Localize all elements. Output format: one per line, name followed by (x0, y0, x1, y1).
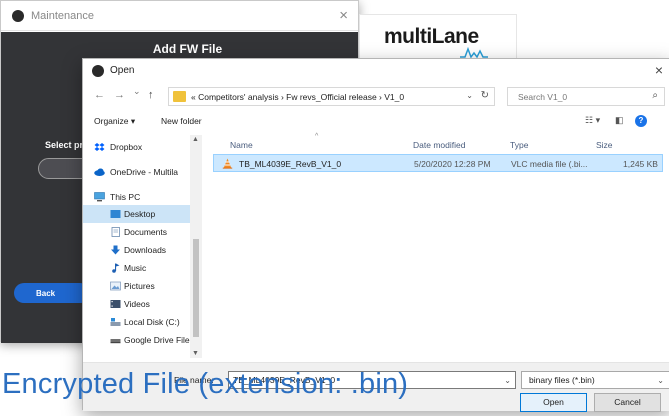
maintenance-close-icon[interactable]: × (339, 7, 348, 24)
sidebar-item-music[interactable]: Music (83, 259, 191, 277)
sidebar-item-local-disk[interactable]: Local Disk (C:) (83, 313, 191, 331)
sidebar-item-label: Local Disk (C:) (124, 317, 180, 327)
desktop-icon (110, 210, 121, 218)
sidebar-item-desktop[interactable]: Desktop (83, 205, 191, 223)
sidebar-item-label: This PC (110, 192, 141, 202)
documents-icon (111, 227, 120, 237)
recent-locations-icon[interactable]: ⌄ (133, 86, 141, 97)
screenshot-root: Maintenance × Add FW File Select prov Ba… (0, 0, 669, 416)
back-button[interactable]: Back (14, 283, 90, 303)
sidebar-item-pictures[interactable]: Pictures (83, 277, 191, 295)
sidebar-item-label: OneDrive - Multila (110, 167, 179, 177)
music-icon (112, 263, 120, 273)
signal-wave-icon (460, 46, 488, 59)
dialog-app-icon (92, 65, 104, 77)
navigation-scrollbar[interactable]: ▲ ▼ (190, 135, 202, 358)
help-icon[interactable]: ? (635, 115, 647, 127)
column-header-type[interactable]: Type (510, 140, 528, 150)
cancel-button[interactable]: Cancel (594, 393, 661, 412)
sidebar-item-label: Documents (124, 227, 167, 237)
preview-pane-icon[interactable]: ◧ (615, 115, 624, 126)
sidebar-item-label: Google Drive File (124, 335, 190, 345)
sidebar-item-videos[interactable]: Videos (83, 295, 191, 313)
file-list: Name ^ Date modified Type Size TB_ML4039… (205, 133, 669, 358)
sort-ascending-icon: ^ (315, 133, 319, 140)
sidebar-item-label: Videos (124, 299, 150, 309)
back-arrow-icon[interactable]: ← (94, 89, 105, 101)
maintenance-titlebar: Maintenance × (1, 1, 358, 31)
scroll-down-icon[interactable]: ▼ (192, 350, 199, 357)
address-bar[interactable]: « Competitors' analysis › Fw revs_Offici… (168, 87, 495, 106)
sidebar-item-downloads[interactable]: Downloads (83, 241, 191, 259)
google-drive-icon (110, 339, 121, 344)
navigation-pane: Dropbox OneDrive - Multila This PC Deskt… (83, 135, 203, 358)
sidebar-item-onedrive[interactable]: OneDrive - Multila (83, 163, 191, 181)
file-date: 5/20/2020 12:28 PM (414, 159, 491, 169)
computer-icon (94, 192, 105, 202)
caption-text: Encrypted File (extension: .bin) (2, 368, 409, 400)
sidebar-item-this-pc[interactable]: This PC (83, 188, 191, 206)
dialog-close-icon[interactable]: × (655, 62, 663, 78)
sidebar-item-label: Music (124, 263, 147, 273)
folder-icon (173, 91, 186, 102)
maintenance-header: Add FW File (152, 42, 223, 56)
sidebar-item-google-drive[interactable]: Google Drive File (83, 331, 191, 349)
open-file-dialog: Open × ← → ⌄ ↑ « Competitors' analysis ›… (82, 58, 669, 412)
new-folder-button[interactable]: New folder (161, 116, 202, 126)
dialog-toolbar: Organize ▾ New folder ☷ ▾ ◧ ? (83, 112, 669, 132)
sidebar-item-documents[interactable]: Documents (83, 223, 191, 241)
forward-arrow-icon[interactable]: → (114, 89, 125, 101)
address-dropdown-icon[interactable]: ⌄ (466, 91, 473, 100)
dropbox-icon (94, 143, 105, 151)
view-options-icon[interactable]: ☷ ▾ (585, 115, 600, 126)
file-size: 1,245 KB (623, 159, 658, 169)
search-placeholder: Search V1_0 (518, 92, 568, 102)
open-button[interactable]: Open (520, 393, 587, 412)
refresh-icon[interactable]: ↻ (481, 90, 489, 101)
search-input[interactable]: Search V1_0 ⌕ (507, 87, 665, 106)
column-header-date[interactable]: Date modified (413, 140, 465, 150)
sidebar-item-label: Dropbox (110, 142, 143, 152)
scrollbar-thumb[interactable] (193, 239, 199, 337)
app-logo-icon (12, 10, 24, 22)
dialog-title: Open (110, 65, 135, 76)
address-path: « Competitors' analysis › Fw revs_Offici… (191, 92, 405, 102)
file-type-value: binary files (*.bin) (529, 375, 595, 385)
pictures-icon (110, 281, 121, 291)
file-type: VLC media file (.bi... (511, 159, 588, 169)
file-row[interactable]: TB_ML4039E_RevB_V1_0 5/20/2020 12:28 PM … (213, 154, 663, 172)
dialog-titlebar: Open × (83, 59, 669, 83)
onedrive-icon (94, 168, 105, 176)
sidebar-item-dropbox[interactable]: Dropbox (83, 138, 191, 156)
sidebar-item-label: Pictures (124, 281, 155, 291)
downloads-icon (111, 245, 120, 255)
file-name: TB_ML4039E_RevB_V1_0 (239, 159, 342, 169)
file-type-dropdown-icon[interactable]: ⌄ (657, 376, 664, 385)
up-arrow-icon[interactable]: ↑ (148, 89, 154, 101)
sidebar-item-label: Desktop (124, 209, 156, 219)
local-disk-icon (110, 318, 121, 326)
multilane-logo: multiLane (359, 14, 517, 62)
scroll-up-icon[interactable]: ▲ (192, 136, 199, 143)
maintenance-title: Maintenance (31, 10, 94, 22)
column-header-size[interactable]: Size (596, 140, 613, 150)
search-icon[interactable]: ⌕ (652, 90, 658, 101)
vlc-icon (222, 158, 233, 169)
column-header-name[interactable]: Name (230, 140, 253, 150)
videos-icon (110, 300, 121, 308)
sidebar-item-label: Downloads (124, 245, 167, 255)
organize-menu[interactable]: Organize ▾ (94, 116, 135, 127)
file-name-dropdown-icon[interactable]: ⌄ (504, 376, 511, 385)
navigation-bar: ← → ⌄ ↑ « Competitors' analysis › Fw rev… (83, 84, 669, 110)
file-type-select[interactable]: binary files (*.bin) ⌄ (521, 371, 669, 389)
